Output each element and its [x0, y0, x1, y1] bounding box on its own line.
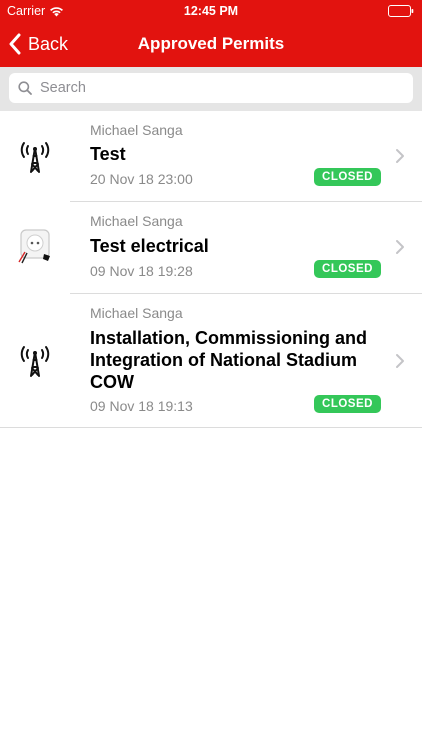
permit-date: 09 Nov 18 19:13: [90, 398, 193, 414]
permit-row[interactable]: Michael Sanga Test 20 Nov 18 23:00 CLOSE…: [0, 111, 422, 201]
electrical-socket-icon: [18, 229, 50, 264]
permit-row[interactable]: Michael Sanga Test electrical 09 Nov 18 …: [0, 202, 422, 293]
chevron-right-icon: [396, 240, 404, 254]
chevron-right-icon: [396, 354, 404, 368]
chevron-right-icon: [396, 149, 404, 163]
permit-title: Test electrical: [90, 236, 209, 256]
permit-title: Test: [90, 144, 126, 164]
nav-bar: Back Approved Permits: [0, 22, 422, 67]
search-box[interactable]: [9, 73, 413, 103]
status-bar: Carrier 12:45 PM: [0, 0, 422, 22]
permit-date: 09 Nov 18 19:28: [90, 263, 193, 279]
cell-tower-icon: [20, 346, 50, 377]
page-title: Approved Permits: [137, 34, 285, 53]
permit-row[interactable]: Michael Sanga Installation, Commissionin…: [0, 294, 422, 427]
permit-author: Michael Sanga: [90, 305, 183, 321]
permit-author: Michael Sanga: [90, 122, 183, 138]
permit-date: 20 Nov 18 23:00: [90, 171, 193, 187]
status-time: 12:45 PM: [183, 4, 239, 18]
cell-tower-icon: [20, 142, 50, 173]
list-bottom-separator: [0, 427, 422, 428]
battery-icon: [388, 5, 414, 17]
search-input[interactable]: [40, 80, 400, 96]
permit-title: Installation, Commissioning and Integrat…: [90, 328, 368, 392]
search-area: [0, 67, 422, 111]
status-badge: CLOSED: [314, 168, 381, 186]
permit-author: Michael Sanga: [90, 213, 183, 229]
status-badge: CLOSED: [314, 260, 381, 278]
search-icon: [18, 81, 32, 95]
header: Carrier 12:45 PM Back Approved Permits: [0, 0, 422, 67]
status-badge: CLOSED: [314, 395, 381, 413]
